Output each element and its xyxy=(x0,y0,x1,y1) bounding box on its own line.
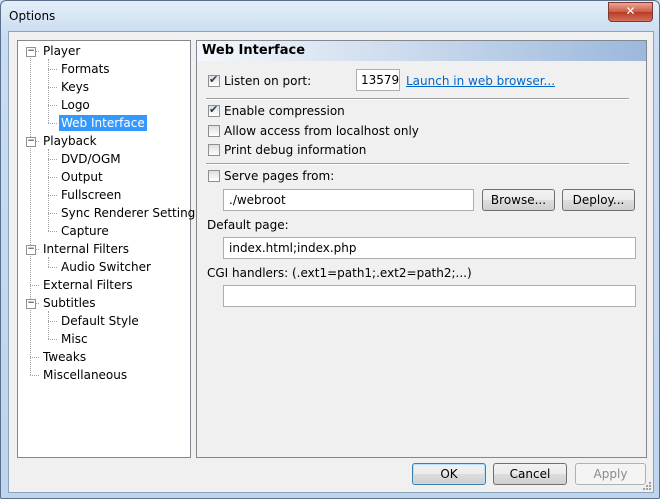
tree-connector-line xyxy=(48,195,57,196)
tree-connector-line xyxy=(48,267,57,268)
webroot-input[interactable]: ./webroot xyxy=(223,189,474,211)
tree-item-capture[interactable]: Capture xyxy=(59,223,111,239)
window-title: Options xyxy=(9,9,56,23)
tree-item-web-interface[interactable]: Web Interface xyxy=(59,115,147,131)
tree-connector-line xyxy=(48,339,57,340)
tree-connector-line xyxy=(48,123,57,124)
tree-item-fullscreen[interactable]: Fullscreen xyxy=(59,187,123,203)
tree-connector-line xyxy=(30,285,39,286)
tree-item-playback[interactable]: Playback xyxy=(41,133,99,149)
tree-connector-line xyxy=(48,69,57,70)
launch-web-browser-link[interactable]: Launch in web browser... xyxy=(406,74,555,88)
default-page-label: Default page: xyxy=(207,218,289,232)
print-debug-checkbox[interactable] xyxy=(208,144,220,156)
tree-item-dvd-ogm[interactable]: DVD/OGM xyxy=(59,151,123,167)
tree-item-subtitles[interactable]: Subtitles xyxy=(41,295,98,311)
tree-item-misc[interactable]: Misc xyxy=(59,331,90,347)
separator xyxy=(206,163,629,165)
tree-connector-line xyxy=(48,257,49,267)
tree-collapse-icon[interactable]: − xyxy=(26,137,36,147)
options-window: Options ✕ − Player Formats Keys Logo Web Inte… xyxy=(0,0,660,499)
listen-on-port-checkbox[interactable] xyxy=(208,73,220,87)
tree-connector-line xyxy=(48,231,57,232)
tree-item-output[interactable]: Output xyxy=(59,169,105,185)
cgi-handlers-label: CGI handlers: (.ext1=path1;.ext2=path2;.… xyxy=(207,266,472,280)
web-interface-panel: Web Interface Listen on port: 13579 Laun… xyxy=(196,40,647,458)
enable-compression-checkbox[interactable] xyxy=(208,103,220,117)
tree-connector-line xyxy=(48,149,49,231)
tree-connector-line xyxy=(48,177,57,178)
localhost-only-checkbox[interactable] xyxy=(208,125,220,137)
panel-header: Web Interface xyxy=(197,41,646,61)
title-bar[interactable]: Options ✕ xyxy=(1,1,659,31)
tree-item-default-style[interactable]: Default Style xyxy=(59,313,141,329)
localhost-only-label: Allow access from localhost only xyxy=(224,124,419,138)
port-input[interactable]: 13579 xyxy=(356,69,400,91)
tree-connector-line xyxy=(48,321,57,322)
tree-connector-line xyxy=(48,213,57,214)
tree-item-external-filters[interactable]: External Filters xyxy=(41,277,135,293)
cgi-handlers-input[interactable] xyxy=(223,285,636,307)
dialog-client-area: − Player Formats Keys Logo Web Interface − Play… xyxy=(8,31,654,493)
tree-item-sync-renderer-settings[interactable]: Sync Renderer Settings xyxy=(59,205,204,221)
tree-item-keys[interactable]: Keys xyxy=(59,79,91,95)
tree-collapse-icon[interactable]: − xyxy=(26,47,36,57)
tree-connector-line xyxy=(30,357,39,358)
tree-collapse-icon[interactable]: − xyxy=(26,245,36,255)
apply-button[interactable]: Apply xyxy=(575,463,646,485)
tree-connector-line xyxy=(30,51,31,375)
enable-compression-label: Enable compression xyxy=(224,104,345,118)
browse-button[interactable]: Browse... xyxy=(482,189,555,211)
resize-grip-icon[interactable] xyxy=(641,480,652,491)
tree-connector-line xyxy=(48,87,57,88)
tree-item-logo[interactable]: Logo xyxy=(59,97,92,113)
serve-pages-label: Serve pages from: xyxy=(224,169,335,183)
tree-item-formats[interactable]: Formats xyxy=(59,61,112,77)
close-button[interactable]: ✕ xyxy=(608,2,653,22)
tree-item-miscellaneous[interactable]: Miscellaneous xyxy=(41,367,129,383)
tree-item-audio-switcher[interactable]: Audio Switcher xyxy=(59,259,153,275)
print-debug-label: Print debug information xyxy=(224,143,367,157)
serve-pages-checkbox[interactable] xyxy=(208,170,220,182)
ok-button[interactable]: OK xyxy=(412,463,486,485)
default-page-input[interactable]: index.html;index.php xyxy=(223,237,636,259)
tree-connector-line xyxy=(48,159,57,160)
tree-connector-line xyxy=(30,375,39,376)
deploy-button[interactable]: Deploy... xyxy=(562,189,635,211)
tree-connector-line xyxy=(48,105,57,106)
listen-on-port-label: Listen on port: xyxy=(224,74,312,88)
cancel-button[interactable]: Cancel xyxy=(493,463,567,485)
tree-collapse-icon[interactable]: − xyxy=(26,299,36,309)
tree-item-tweaks[interactable]: Tweaks xyxy=(41,349,88,365)
tree-item-player[interactable]: Player xyxy=(41,43,82,59)
separator xyxy=(206,98,629,100)
tree-item-internal-filters[interactable]: Internal Filters xyxy=(41,241,131,257)
options-tree: − Player Formats Keys Logo Web Interface − Play… xyxy=(17,40,202,458)
tree-connector-line xyxy=(48,311,49,339)
